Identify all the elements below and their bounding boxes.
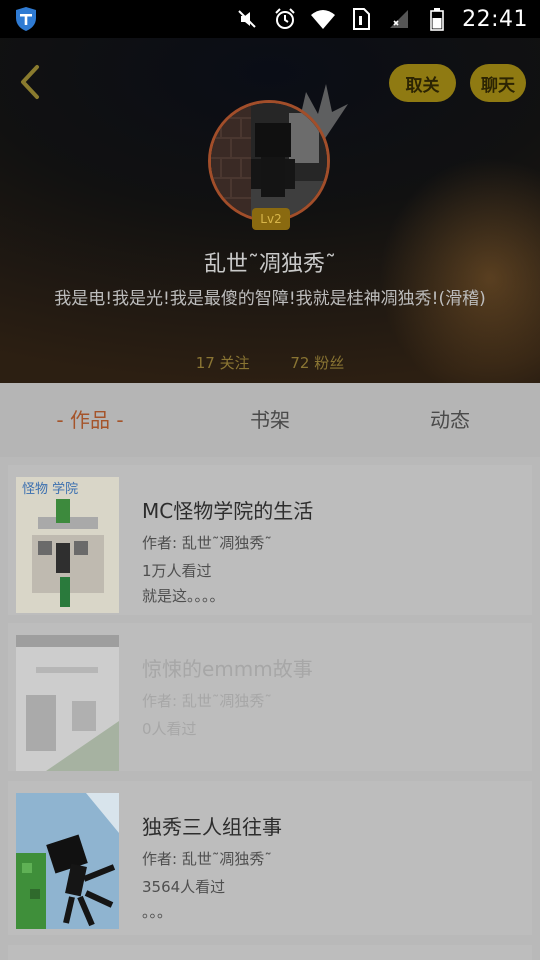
work-author: 作者: 乱世˜凋独秀˜: [142, 534, 272, 552]
profile-header: 取关 聊天 Lv2 乱世˜凋独秀˜ 我是电!我是光!我是最傻的智障!我就是桂神凋…: [0, 38, 540, 383]
book-cover: 怪物 学院: [16, 477, 119, 613]
work-description: 。。。: [142, 903, 173, 921]
alarm-icon: [272, 6, 298, 32]
following-count[interactable]: 17 关注: [196, 354, 250, 372]
book-cover: [16, 793, 119, 929]
work-title: 独秀三人组往事: [142, 815, 282, 839]
signal-icon: [386, 6, 412, 32]
work-description: 就是这。。。。: [142, 587, 225, 605]
followers-count[interactable]: 72 粉丝: [290, 354, 344, 372]
avatar[interactable]: [208, 100, 330, 222]
work-views: 3564人看过: [142, 878, 226, 896]
bio: 我是电!我是光!我是最傻的智障!我就是桂神凋独秀!(滑稽): [54, 289, 486, 309]
work-author: 作者: 乱世˜凋独秀˜: [142, 692, 272, 710]
mute-icon: [234, 6, 260, 32]
battery-icon: [424, 6, 450, 32]
status-bar: 22:41: [0, 0, 540, 38]
work-title: MC怪物学院的生活: [142, 499, 314, 523]
work-author: 作者: 乱世˜凋独秀˜: [142, 850, 272, 868]
work-title: 惊悚的emmm故事: [142, 657, 313, 681]
list-item[interactable]: 惊悚的emmm故事 作者: 乱世˜凋独秀˜ 0人看过: [8, 623, 532, 771]
tab-bookshelf[interactable]: 书架: [180, 383, 360, 457]
tab-works[interactable]: - 作品 -: [0, 383, 180, 457]
chat-button[interactable]: 聊天: [470, 64, 526, 102]
list-item[interactable]: 怪物 学院 MC怪物学院的生活 作者: 乱世˜凋独秀˜ 1万人看过 就是这。。。…: [8, 465, 532, 615]
clock: 22:41: [462, 6, 528, 32]
back-button[interactable]: [10, 62, 50, 106]
work-views: 1万人看过: [142, 562, 212, 580]
tab-activity[interactable]: 动态: [360, 383, 540, 457]
follow-stats: 17 关注 72 粉丝: [0, 352, 540, 373]
list-item[interactable]: 独秀三人组往事 作者: 乱世˜凋独秀˜ 3564人看过 。。。: [8, 781, 532, 935]
level-badge: Lv2: [252, 208, 290, 230]
username: 乱世˜凋独秀˜: [203, 252, 336, 277]
sim-icon: [348, 6, 374, 32]
chevron-left-icon: [18, 64, 42, 104]
wifi-icon: [310, 6, 336, 32]
list-item[interactable]: [8, 945, 532, 960]
works-list: 怪物 学院 MC怪物学院的生活 作者: 乱世˜凋独秀˜ 1万人看过 就是这。。。…: [0, 457, 540, 960]
svg-text:怪物 学院: 怪物 学院: [22, 481, 78, 497]
profile-tabs: - 作品 - 书架 动态: [0, 383, 540, 457]
unfollow-button[interactable]: 取关: [389, 64, 456, 102]
book-cover: [16, 635, 119, 771]
shield-app-icon: [14, 6, 38, 32]
work-views: 0人看过: [142, 720, 197, 738]
